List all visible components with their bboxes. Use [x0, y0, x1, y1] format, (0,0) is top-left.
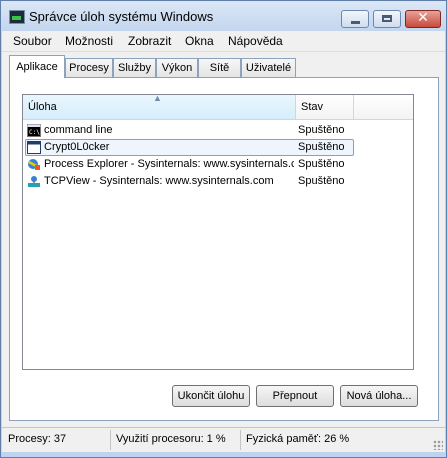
minimize-icon	[351, 21, 360, 24]
resize-grip-icon[interactable]	[433, 440, 443, 450]
task-manager-icon	[9, 10, 25, 24]
status-processes: Procesy: 37	[8, 433, 67, 445]
list-item[interactable]: Process Explorer - Sysinternals: www.sys…	[25, 157, 411, 173]
menu-okna[interactable]: Okna	[185, 34, 214, 48]
close-icon: ✕	[417, 10, 429, 26]
column-status-label: Stav	[301, 101, 324, 113]
task-manager-window: Správce úloh systému Windows ✕ Soubor Mo…	[0, 0, 447, 458]
task-status: Spuštěno	[298, 141, 345, 153]
task-status: Spuštěno	[298, 158, 345, 170]
tab-vykon[interactable]: Výkon	[156, 58, 198, 77]
status-divider	[110, 430, 111, 450]
window-title: Správce úloh systému Windows	[29, 9, 214, 24]
tab-procesy[interactable]: Procesy	[65, 58, 113, 77]
console-icon: C:\	[27, 124, 41, 137]
minimize-button[interactable]	[341, 10, 369, 28]
end-task-button[interactable]: Ukončit úlohu	[172, 385, 250, 407]
applications-list[interactable]: ▲ Úloha Stav C:\ command line Spuštěno C…	[22, 93, 414, 370]
svg-text:C:\: C:\	[29, 129, 40, 136]
switch-to-button[interactable]: Přepnout	[256, 385, 334, 407]
list-item-selected[interactable]: Crypt0L0cker Spuštěno	[25, 139, 411, 156]
task-name: Process Explorer - Sysinternals: www.sys…	[44, 158, 294, 170]
list-item[interactable]: C:\ command line Spuštěno	[25, 123, 411, 139]
status-bar: Procesy: 37 Využití procesoru: 1 % Fyzic…	[2, 427, 445, 452]
column-header-task[interactable]: ▲ Úloha	[23, 93, 296, 119]
tab-sluzby[interactable]: Služby	[113, 58, 156, 77]
status-memory: Fyzická paměť: 26 %	[246, 433, 350, 445]
tab-uzivatele[interactable]: Uživatelé	[241, 58, 296, 77]
window-icon	[27, 141, 41, 154]
menu-zobrazit[interactable]: Zobrazit	[128, 34, 171, 48]
menu-napoveda[interactable]: Nápověda	[228, 34, 283, 48]
list-header: ▲ Úloha Stav	[23, 93, 413, 120]
tab-aplikace[interactable]: Aplikace	[9, 55, 65, 78]
maximize-button[interactable]	[373, 10, 401, 28]
new-task-button[interactable]: Nová úloha...	[340, 385, 418, 407]
process-explorer-icon	[27, 158, 41, 171]
close-button[interactable]: ✕	[405, 10, 441, 28]
task-status: Spuštěno	[298, 175, 345, 187]
task-status: Spuštěno	[298, 124, 345, 136]
tcpview-icon	[27, 175, 41, 188]
status-cpu: Využití procesoru: 1 %	[116, 433, 226, 445]
column-header-status[interactable]: Stav	[296, 95, 354, 119]
maximize-icon	[382, 15, 392, 22]
column-task-label: Úloha	[28, 101, 57, 113]
task-name: command line	[44, 124, 113, 136]
client-area: Aplikace Procesy Služby Výkon Sítě Uživa…	[2, 52, 445, 427]
title-bar[interactable]: Správce úloh systému Windows ✕	[1, 1, 446, 31]
sort-ascending-icon: ▲	[153, 93, 162, 103]
task-name: Crypt0L0cker	[44, 141, 110, 153]
menu-bar: Soubor Možnosti Zobrazit Okna Nápověda	[2, 31, 445, 52]
status-divider	[240, 430, 241, 450]
menu-moznosti[interactable]: Možnosti	[65, 34, 113, 48]
list-item[interactable]: TCPView - Sysinternals: www.sysinternals…	[25, 174, 411, 190]
tab-site[interactable]: Sítě	[198, 58, 241, 77]
task-name: TCPView - Sysinternals: www.sysinternals…	[44, 175, 274, 187]
menu-soubor[interactable]: Soubor	[13, 34, 52, 48]
